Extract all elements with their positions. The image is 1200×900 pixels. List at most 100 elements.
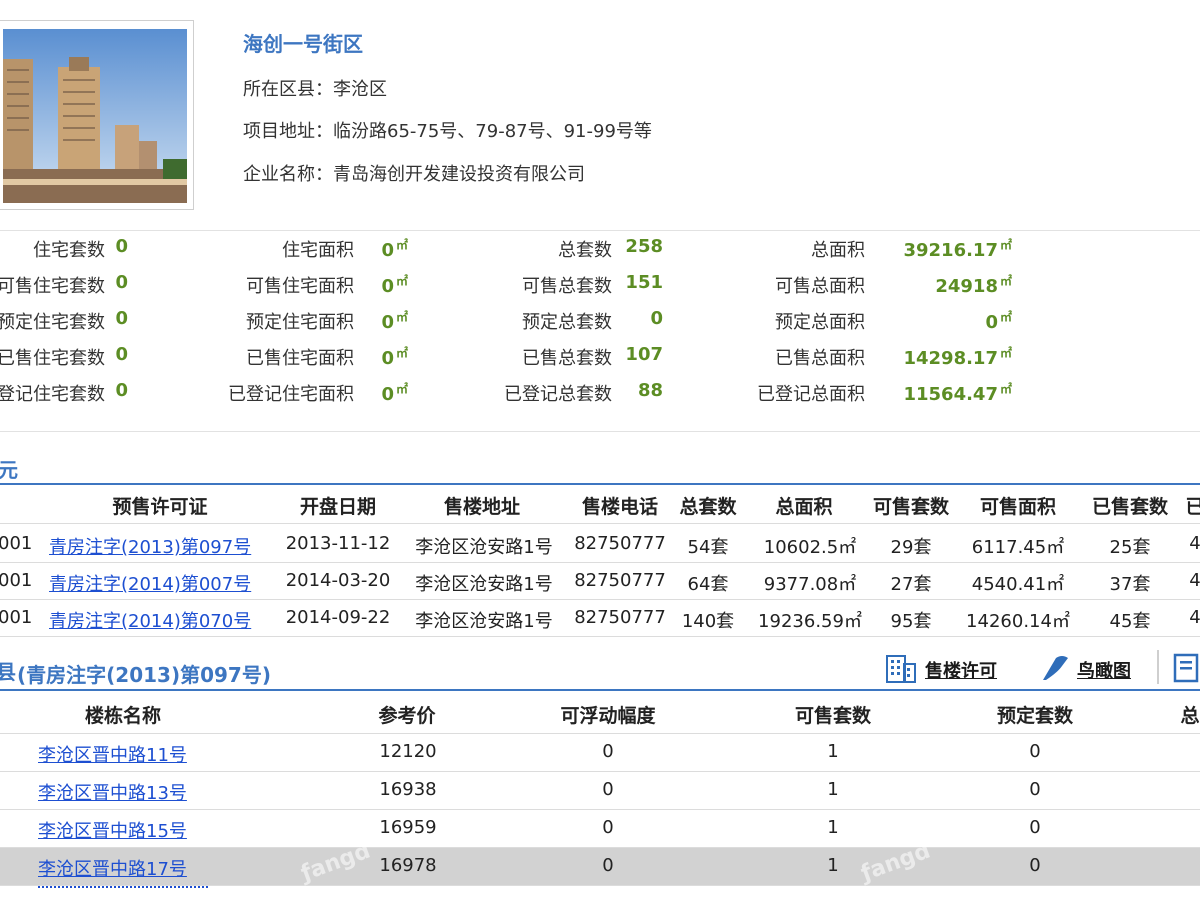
presale-cell-avail-area: 4540.41㎡: [971, 574, 1065, 595]
stat-label: 已售住宅面积: [246, 348, 354, 369]
stat-label: 住宅套数: [33, 240, 105, 261]
buildings-column-header: 可售套数: [794, 705, 872, 727]
stat-number: 151: [625, 272, 663, 293]
stat-unit: ㎡: [999, 238, 1012, 252]
building-name-link[interactable]: 李沧区晋中路17号: [38, 855, 187, 881]
stat-number: 88: [637, 380, 663, 401]
stat-label: 已售住宅套数: [0, 348, 105, 369]
building-cell-float: 0: [602, 741, 614, 762]
stat-unit: ㎡: [395, 310, 408, 324]
tool-divider: [1157, 650, 1159, 684]
stat-unit: ㎡: [999, 346, 1012, 360]
presale-permit-link[interactable]: 青房注字(2014)第070号: [49, 607, 251, 633]
stat-number: 0: [381, 312, 394, 333]
building-name-link[interactable]: 李沧区晋中路15号: [38, 817, 187, 843]
stat-value: 0 ㎡: [381, 308, 408, 333]
presale-cell-sold-units: 37套: [1109, 574, 1151, 595]
stat-value: 0: [115, 272, 128, 293]
building-cell-avail: 1: [827, 741, 839, 762]
stat-value: 14298.17 ㎡: [903, 344, 1012, 369]
stat-number: 0: [650, 308, 663, 329]
stat-number: 24918: [935, 276, 998, 297]
building-cell-price: 16978: [379, 855, 437, 876]
buildings-header-divider: [0, 689, 1200, 691]
presale-permit-link[interactable]: 青房注字(2013)第097号: [49, 533, 251, 559]
stat-number: 258: [625, 236, 663, 257]
presale-cell-avail-area: 6117.45㎡: [971, 537, 1065, 558]
stat-number: 11564.47: [903, 384, 998, 405]
building-photo-image: [3, 29, 187, 203]
stat-value: 88: [638, 380, 663, 401]
bird-icon[interactable]: [1040, 652, 1072, 684]
building-icon[interactable]: [884, 652, 918, 684]
presale-column-header: 可售面积: [979, 496, 1057, 518]
building-cell-price: 16959: [379, 817, 437, 838]
presale-cell-avail-units: 29套: [890, 537, 932, 558]
stat-value: 0 ㎡: [985, 308, 1012, 333]
stat-number: 39216.17: [903, 240, 998, 261]
stat-label: 预定住宅套数: [0, 312, 105, 333]
stat-value: 0: [115, 236, 128, 257]
presale-cell-total-units: 54套: [687, 537, 729, 558]
row-divider: [0, 733, 1200, 734]
stat-label: 总面积: [811, 240, 865, 261]
stat-label: 可售住宅套数: [0, 276, 105, 297]
presale-column-header: 总套数: [679, 496, 737, 518]
stat-label: 已登记住宅套数: [0, 384, 105, 405]
stat-unit: ㎡: [999, 382, 1012, 396]
document-icon[interactable]: [1172, 652, 1200, 684]
aerial-view-link[interactable]: 鸟瞰图: [1077, 657, 1131, 683]
row-divider: [0, 523, 1200, 524]
stat-number: 14298.17: [903, 348, 998, 369]
stat-value: 0: [650, 308, 663, 329]
stat-number: 0: [115, 272, 128, 293]
stat-number: 0: [381, 384, 394, 405]
building-cell-float: 0: [602, 817, 614, 838]
presale-header-divider: [0, 483, 1200, 485]
row-divider: [0, 562, 1200, 563]
presale-column-header: 已售套数: [1091, 496, 1169, 518]
presale-cell-extra: 4: [1189, 533, 1200, 554]
stat-number: 107: [625, 344, 663, 365]
presale-permit-link[interactable]: 售楼许可: [925, 657, 997, 683]
presale-cell-phone: 82750777: [574, 570, 666, 591]
stat-value: 258: [625, 236, 663, 257]
building-name-link[interactable]: 李沧区晋中路11号: [38, 741, 187, 767]
building-cell-float: 0: [602, 779, 614, 800]
building-name-link[interactable]: 李沧区晋中路13号: [38, 779, 187, 805]
row-divider: [0, 771, 1200, 772]
stat-label: 总套数: [558, 240, 612, 261]
project-district: 所在区县：李沧区: [243, 79, 387, 100]
presale-column-header: 可售套数: [872, 496, 950, 518]
presale-cell-extra: 4: [1189, 607, 1200, 628]
stat-value: 0 ㎡: [381, 380, 408, 405]
presale-cell-total-area: 9377.08㎡: [763, 574, 857, 595]
stat-value: 0: [115, 344, 128, 365]
buildings-column-header: 可浮动幅度: [560, 705, 656, 727]
presale-cell-sold-units: 45套: [1109, 611, 1151, 632]
stat-number: 0: [985, 312, 998, 333]
building-cell-price: 16938: [379, 779, 437, 800]
presale-cell-date: 2014-03-20: [285, 570, 391, 591]
presale-cell-phone: 82750777: [574, 607, 666, 628]
stat-label: 预定总套数: [522, 312, 612, 333]
presale-column-header: 总面积: [775, 496, 833, 518]
row-divider: [0, 636, 1200, 637]
stat-label: 已登记总面积: [757, 384, 865, 405]
presale-column-header: 售楼电话: [581, 496, 659, 518]
building-cell-float: 0: [602, 855, 614, 876]
stat-label: 预定总面积: [775, 312, 865, 333]
presale-permit-link[interactable]: 青房注字(2014)第007号: [49, 570, 251, 596]
stat-unit: ㎡: [999, 310, 1012, 324]
stat-value: 24918 ㎡: [935, 272, 1012, 297]
row-divider: [0, 599, 1200, 600]
buildings-section-bullet: 县: [0, 660, 16, 684]
buildings-column-header: 预定套数: [996, 705, 1074, 727]
presale-cell-date: 2013-11-12: [285, 533, 391, 554]
stat-label: 住宅面积: [282, 240, 354, 261]
buildings-column-header: 总: [1180, 705, 1200, 727]
presale-column-header: 开盘日期: [299, 496, 377, 518]
presale-cell-avail-units: 95套: [890, 611, 932, 632]
presale-cell-address: 李沧区沧安路1号: [415, 611, 553, 632]
presale-row-prefix: 001: [0, 533, 33, 554]
